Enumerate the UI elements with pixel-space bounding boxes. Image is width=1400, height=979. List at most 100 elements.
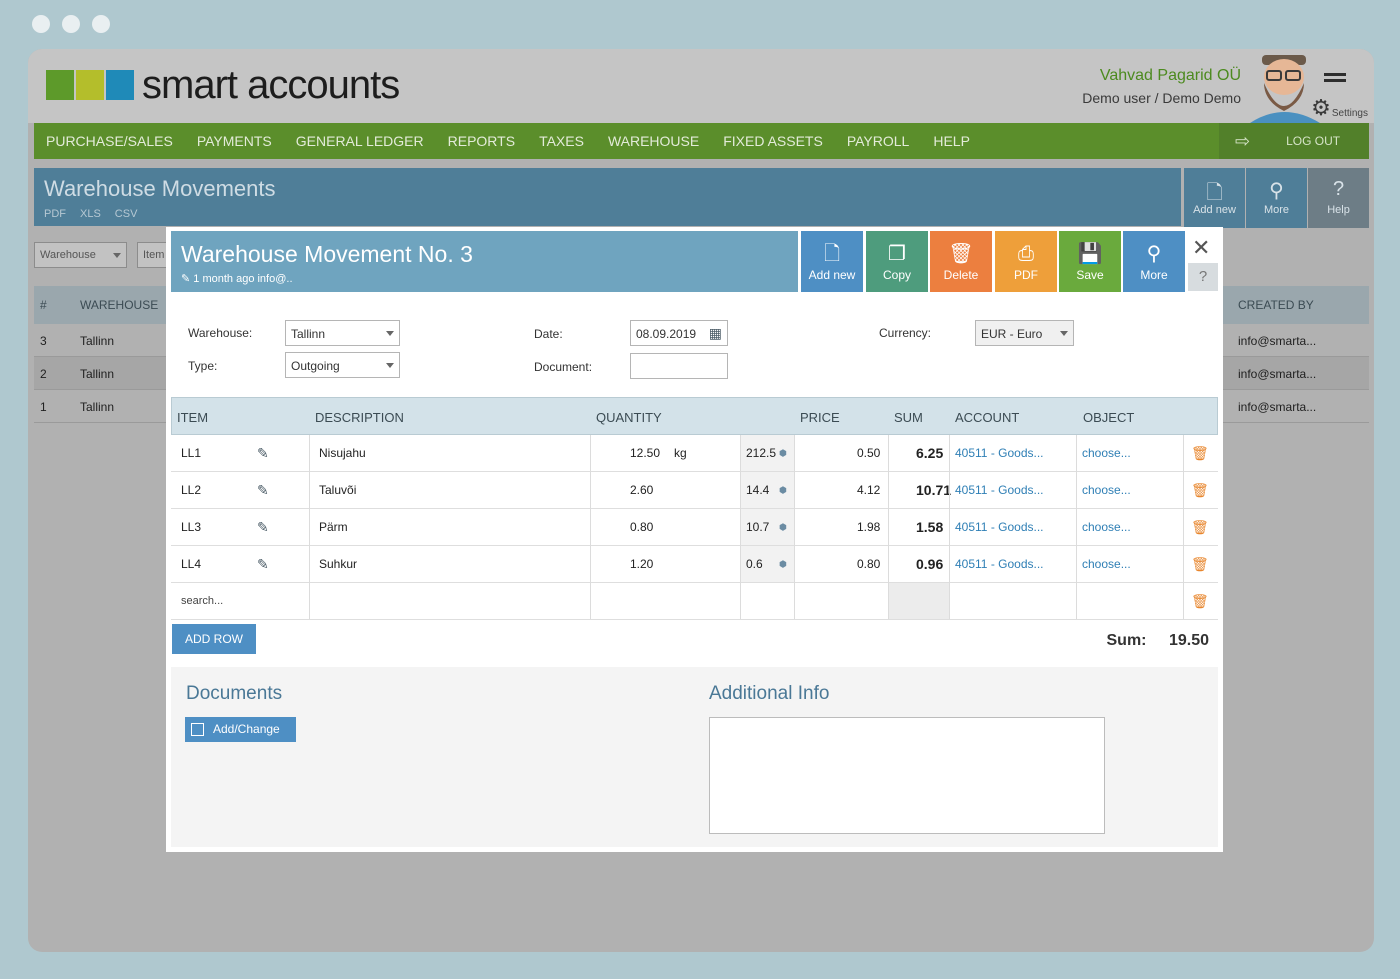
pdf-button[interactable]: ⎙ PDF bbox=[995, 231, 1057, 292]
table-row[interactable]: LL2 Taluvõi 2.60 14.4 4.12 10.71 40511 - Goods… bbox=[171, 472, 1218, 509]
warehouse-label: Warehouse: bbox=[188, 326, 253, 340]
more-button[interactable]: ⚲ More bbox=[1123, 231, 1185, 292]
hamburger-icon[interactable] bbox=[1324, 73, 1346, 85]
export-xls-link[interactable]: XLS bbox=[80, 208, 101, 220]
nav-item-taxes[interactable]: TAXES bbox=[539, 133, 584, 149]
nav-item-fixed-assets[interactable]: FIXED ASSETS bbox=[723, 133, 823, 149]
cell-description[interactable]: Taluvõi bbox=[319, 472, 356, 508]
logout-icon[interactable]: ⇨ bbox=[1235, 131, 1250, 152]
company-name[interactable]: Vahvad Pagarid OÜ bbox=[1082, 67, 1241, 85]
cell-quantity[interactable]: 12.50 bbox=[630, 435, 660, 471]
nav-item-payroll[interactable]: PAYROLL bbox=[847, 133, 910, 149]
add-change-button[interactable]: Add/Change bbox=[185, 717, 296, 742]
add-row-button[interactable]: ADD ROW bbox=[172, 624, 256, 654]
edit-icon[interactable]: ✎ bbox=[257, 435, 269, 471]
date-label: Date: bbox=[534, 327, 563, 341]
copy-button[interactable]: ❐ Copy bbox=[866, 231, 928, 292]
header-created-by[interactable]: CREATED BY bbox=[1238, 298, 1314, 312]
export-pdf-link[interactable]: PDF bbox=[44, 208, 66, 220]
pdf-label: PDF bbox=[1014, 268, 1038, 282]
trash-icon[interactable]: 🗑 bbox=[1191, 583, 1209, 619]
cell-account[interactable]: 40511 - Goods... bbox=[955, 546, 1044, 582]
cell-object[interactable]: choose... bbox=[1082, 472, 1131, 508]
modal-subtitle-text: 1 month ago info@.. bbox=[193, 273, 293, 285]
close-icon[interactable]: ✕ bbox=[1192, 235, 1210, 261]
page-add-new-button[interactable]: 🗋 Add new bbox=[1184, 168, 1245, 228]
logout-area[interactable]: ⇨ LOG OUT bbox=[1219, 123, 1369, 159]
document-field[interactable] bbox=[630, 353, 728, 379]
cell-description[interactable]: Pärm bbox=[319, 509, 348, 545]
header-warehouse[interactable]: WAREHOUSE bbox=[80, 298, 158, 312]
cell-price[interactable]: 4.12 bbox=[857, 472, 880, 508]
logout-button[interactable]: LOG OUT bbox=[1286, 134, 1340, 148]
calendar-icon[interactable]: ▦ bbox=[709, 325, 722, 342]
type-select[interactable]: Outgoing bbox=[285, 352, 400, 378]
chevron-down-icon bbox=[386, 331, 394, 336]
table-row[interactable]: LL4 Suhkur 1.20 0.6 0.80 0.96 40511 - Goods...… bbox=[171, 546, 1218, 583]
trash-icon[interactable]: 🗑 bbox=[1191, 472, 1209, 508]
trash-icon: 🗑 bbox=[948, 243, 974, 265]
nav-item-payments[interactable]: PAYMENTS bbox=[197, 133, 272, 149]
table-row[interactable]: LL1 Nisujahu 12.50 kg 212.5 0.50 6.25 40511 - G… bbox=[171, 435, 1218, 472]
page-more-button[interactable]: ⚲ More bbox=[1246, 168, 1307, 228]
save-button[interactable]: 💾 Save bbox=[1059, 231, 1121, 292]
logo-square bbox=[46, 70, 74, 100]
type-label: Type: bbox=[188, 359, 218, 373]
additional-info-textarea[interactable] bbox=[709, 717, 1105, 834]
help-icon[interactable]: ? bbox=[1188, 263, 1218, 291]
cell-price[interactable]: 0.80 bbox=[857, 546, 880, 582]
currency-select-value: EUR - Euro bbox=[981, 327, 1043, 341]
delete-button[interactable]: 🗑 Delete bbox=[930, 231, 992, 292]
settings-button[interactable]: ⚙ Settings bbox=[1311, 97, 1368, 120]
cell-description[interactable]: Suhkur bbox=[319, 546, 357, 582]
window-dot[interactable] bbox=[32, 15, 50, 33]
table-row[interactable]: LL3 Pärm 0.80 10.7 1.98 1.58 40511 - Goods... c… bbox=[171, 509, 1218, 546]
window-dot[interactable] bbox=[92, 15, 110, 33]
trash-icon[interactable]: 🗑 bbox=[1191, 509, 1209, 545]
cell-quantity[interactable]: 0.80 bbox=[630, 509, 653, 545]
cell-quantity[interactable]: 1.20 bbox=[630, 546, 653, 582]
date-value: 08.09.2019 bbox=[636, 327, 697, 341]
window-dot[interactable] bbox=[62, 15, 80, 33]
warehouse-select[interactable]: Tallinn bbox=[285, 320, 400, 346]
edit-icon[interactable]: ✎ bbox=[257, 472, 269, 508]
avatar[interactable] bbox=[1250, 49, 1320, 123]
row-warehouse: Tallinn bbox=[80, 400, 115, 414]
add-document-icon: 🗋 bbox=[823, 243, 841, 265]
nav-item-help[interactable]: HELP bbox=[933, 133, 970, 149]
page-help-button[interactable]: ? Help bbox=[1308, 168, 1369, 228]
cell-price[interactable]: 1.98 bbox=[857, 509, 880, 545]
cell-account[interactable]: 40511 - Goods... bbox=[955, 509, 1044, 545]
date-field[interactable]: 08.09.2019 ▦ bbox=[630, 320, 728, 346]
cell-quantity[interactable]: 2.60 bbox=[630, 472, 653, 508]
edit-icon[interactable]: ✎ bbox=[257, 509, 269, 545]
carrot-icon: ⚲ bbox=[1269, 180, 1284, 202]
header-num[interactable]: # bbox=[40, 298, 47, 312]
cell-account[interactable]: 40511 - Goods... bbox=[955, 435, 1044, 471]
cell-object[interactable]: choose... bbox=[1082, 435, 1131, 471]
nav-item-reports[interactable]: REPORTS bbox=[448, 133, 515, 149]
nav-item-purchase-sales[interactable]: PURCHASE/SALES bbox=[46, 133, 173, 149]
add-new-button[interactable]: 🗋 Add new bbox=[801, 231, 863, 292]
item-search-input[interactable]: search... bbox=[181, 583, 223, 619]
cell-account[interactable]: 40511 - Goods... bbox=[955, 472, 1044, 508]
cell-object[interactable]: choose... bbox=[1082, 546, 1131, 582]
trash-icon[interactable]: 🗑 bbox=[1191, 435, 1209, 471]
cell-object[interactable]: choose... bbox=[1082, 509, 1131, 545]
trash-icon[interactable]: 🗑 bbox=[1191, 546, 1209, 582]
edit-icon[interactable]: ✎ bbox=[257, 546, 269, 582]
nav-item-warehouse[interactable]: WAREHOUSE bbox=[608, 133, 699, 149]
warehouse-filter[interactable]: Warehouse bbox=[34, 242, 127, 268]
stock-icon: ⬢ bbox=[779, 521, 787, 532]
logo[interactable]: smart accounts bbox=[46, 65, 400, 105]
add-change-label: Add/Change bbox=[213, 722, 280, 736]
nav-item-general-ledger[interactable]: GENERAL LEDGER bbox=[296, 133, 424, 149]
export-csv-link[interactable]: CSV bbox=[115, 208, 138, 220]
item-filter-label: Item bbox=[143, 249, 165, 261]
add-document-icon: 🗋 bbox=[1206, 182, 1223, 204]
cell-description[interactable]: Nisujahu bbox=[319, 435, 366, 471]
app-header: smart accounts Vahvad Pagarid OÜ Demo us… bbox=[28, 49, 1374, 123]
cell-price[interactable]: 0.50 bbox=[857, 435, 880, 471]
cell-item: LL1 bbox=[181, 446, 202, 460]
currency-select[interactable]: EUR - Euro bbox=[975, 320, 1074, 346]
